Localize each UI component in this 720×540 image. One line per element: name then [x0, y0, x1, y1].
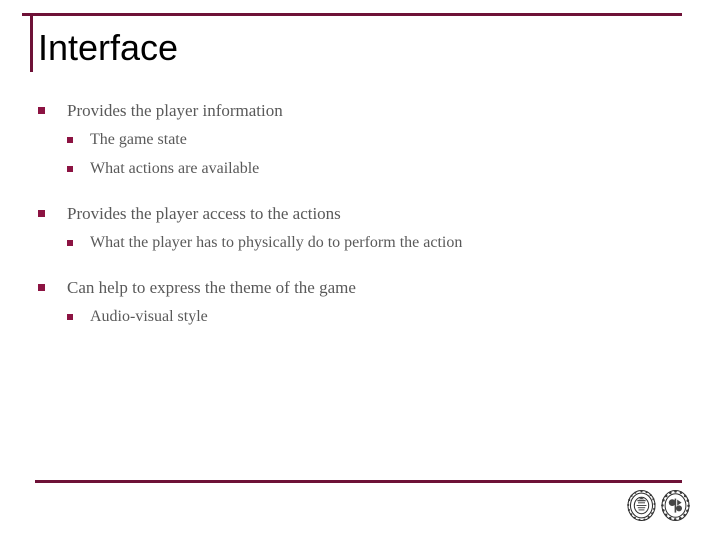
slide: Interface Provides the player informatio…: [0, 0, 720, 540]
bullet-item-level-1: Provides the player information: [0, 96, 720, 125]
square-bullet-icon: [67, 240, 73, 246]
bullet-label: Provides the player access to the action…: [67, 204, 341, 223]
bullet-item-level-2: The game state: [0, 125, 720, 154]
bullet-item-level-2: What the player has to physically do to …: [0, 228, 720, 257]
square-bullet-icon: [67, 166, 73, 172]
square-bullet-icon: [38, 284, 45, 291]
bullet-label: Can help to express the theme of the gam…: [67, 278, 356, 297]
square-bullet-icon: [38, 107, 45, 114]
bullet-label: What the player has to physically do to …: [90, 234, 463, 251]
square-bullet-icon: [67, 314, 73, 320]
bullet-label: Provides the player information: [67, 101, 283, 120]
bullet-label: Audio-visual style: [90, 308, 208, 325]
footer-logos: [626, 489, 694, 523]
bullet-item-level-1: Can help to express the theme of the gam…: [0, 273, 720, 302]
square-bullet-icon: [38, 210, 45, 217]
bullet-item-level-1: Provides the player access to the action…: [0, 199, 720, 228]
bullet-group: Provides the player information The game…: [0, 96, 720, 183]
bullet-item-level-2: What actions are available: [0, 154, 720, 183]
footer-rule: [35, 480, 682, 483]
university-seal-left-icon: [626, 489, 657, 522]
bullet-group: Provides the player access to the action…: [0, 199, 720, 257]
body-content: Provides the player information The game…: [0, 96, 720, 331]
title-left-rule: [30, 13, 33, 72]
bullet-label: The game state: [90, 131, 187, 148]
bullet-item-level-2: Audio-visual style: [0, 302, 720, 331]
title-top-rule: [22, 13, 682, 16]
page-title: Interface: [38, 27, 179, 68]
university-seal-right-icon: [660, 489, 691, 522]
bullet-label: What actions are available: [90, 160, 260, 177]
square-bullet-icon: [67, 137, 73, 143]
bullet-group: Can help to express the theme of the gam…: [0, 273, 720, 331]
